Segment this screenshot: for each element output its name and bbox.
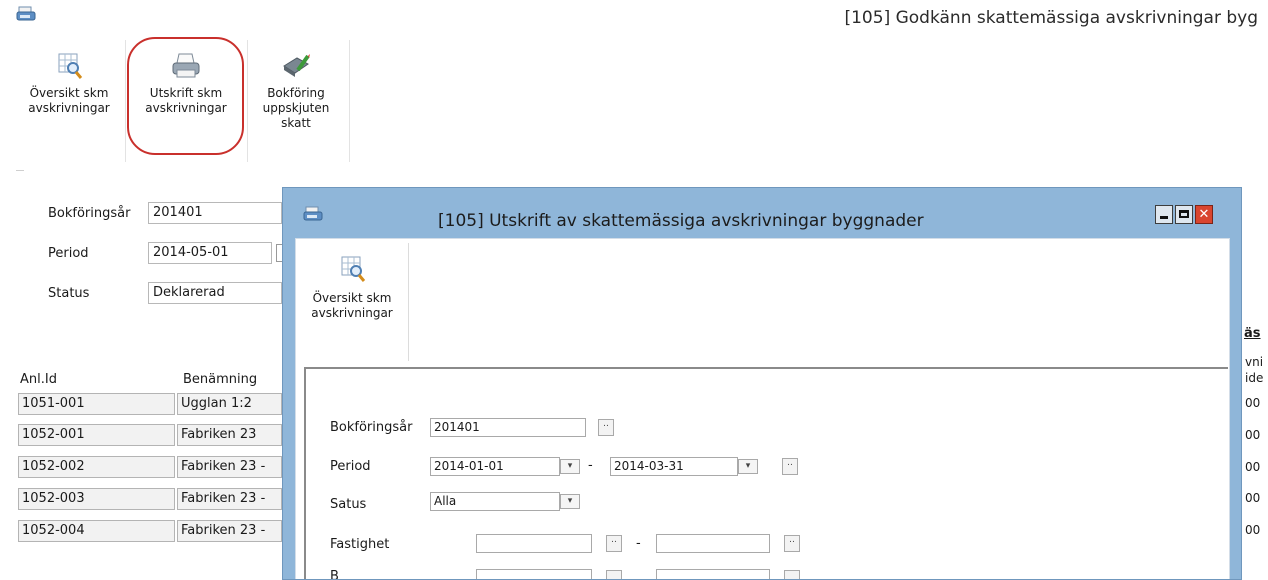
dialog-period-label: Period [330, 459, 371, 474]
table-cell-name[interactable]: Fabriken 23 - [177, 488, 282, 510]
table-cell-name[interactable]: Fabriken 23 - [177, 520, 282, 542]
overview-label-line2: avskrivningar [28, 101, 110, 115]
minimize-button[interactable] [1155, 205, 1173, 224]
booking-label-line1: Bokföring [267, 86, 325, 100]
next-row-from-field[interactable] [476, 569, 592, 579]
toolbar-divider [349, 40, 350, 162]
print-dialog: [105] Utskrift av skattemässiga avskrivn… [282, 187, 1242, 580]
table-cell-value-fragment: 00 [1245, 396, 1261, 410]
next-row-to-lookup-button[interactable] [784, 570, 800, 579]
table-cell-value-fragment: 00 [1245, 491, 1261, 505]
period-lookup-button[interactable]: .. [782, 458, 798, 475]
next-row-from-lookup-button[interactable] [606, 570, 622, 579]
table-cell-id[interactable]: 1051-001 [18, 393, 175, 415]
table-cell-value-fragment: 00 [1245, 428, 1261, 442]
magnifier-grid-icon [54, 52, 84, 80]
dialog-title: [105] Utskrift av skattemässiga avskrivn… [438, 211, 924, 231]
toolbar-divider [125, 40, 126, 162]
status-label: Status [48, 286, 90, 301]
table-cell-name[interactable]: Fabriken 23 - [177, 456, 282, 478]
period-field[interactable]: 2014-05-01 [148, 242, 272, 264]
property-from-lookup-button[interactable]: .. [606, 535, 622, 552]
table-cell-id[interactable]: 1052-002 [18, 456, 175, 478]
divider [16, 170, 24, 171]
column-subheader-fragment: vni [1245, 355, 1264, 369]
dialog-body: Översikt skm avskrivningar Bokföringsår … [295, 238, 1230, 580]
table-cell-name[interactable]: Ugglan 1:2 [177, 393, 282, 415]
next-row-label-partial: B [330, 569, 339, 580]
dialog-overview-label-line1: Översikt skm [312, 291, 392, 305]
booking-label-line2: uppskjuten [262, 101, 330, 115]
column-header-fragment: äs [1244, 326, 1261, 341]
period-from-dropdown[interactable]: ▾ [560, 459, 580, 474]
chevron-down-icon: ▾ [567, 496, 573, 506]
status-field[interactable]: Deklarerad [148, 282, 282, 304]
toolbar-divider [408, 243, 409, 361]
property-to-lookup-button[interactable]: .. [784, 535, 800, 552]
column-subheader-fragment: ide [1245, 371, 1264, 385]
overview-label-line1: Översikt skm [29, 86, 109, 100]
property-to-field[interactable] [656, 534, 770, 553]
maximize-icon [1179, 210, 1189, 218]
dialog-overview-button[interactable]: Översikt skm avskrivningar [298, 245, 406, 361]
column-header-anl-id: Anl.Id [20, 372, 57, 387]
column-header-benamning: Benämning [183, 372, 258, 387]
period-to-dropdown[interactable]: ▾ [738, 459, 758, 474]
close-button[interactable]: ✕ [1195, 205, 1213, 224]
overview-depreciation-button[interactable]: Översikt skm avskrivningar [14, 40, 124, 162]
status-dropdown[interactable]: ▾ [560, 494, 580, 509]
dialog-status-field[interactable]: Alla [430, 492, 560, 511]
minimize-icon [1160, 216, 1168, 219]
property-from-field[interactable] [476, 534, 592, 553]
period-range-dash: - [588, 458, 593, 473]
period-to-field[interactable]: 2014-03-31 [610, 457, 738, 476]
table-cell-value-fragment: 00 [1245, 523, 1261, 537]
year-lookup-button[interactable]: .. [598, 419, 614, 436]
property-range-dash: - [636, 536, 641, 551]
dialog-status-label: Satus [330, 497, 367, 512]
period-from-field[interactable]: 2014-01-01 [430, 457, 560, 476]
criteria-panel: Bokföringsår 201401 .. Period 2014-01-01… [304, 367, 1228, 580]
maximize-button[interactable] [1175, 205, 1193, 224]
chevron-down-icon: ▾ [567, 461, 573, 471]
magnifier-grid-icon [337, 255, 367, 283]
chevron-down-icon: ▾ [745, 461, 751, 471]
highlight-annotation [127, 37, 244, 155]
table-cell-id[interactable]: 1052-003 [18, 488, 175, 510]
dialog-year-label: Bokföringsår [330, 420, 413, 435]
year-label: Bokföringsår [48, 206, 131, 221]
table-cell-name[interactable]: Fabriken 23 [177, 424, 282, 446]
dialog-year-field[interactable]: 201401 [430, 418, 586, 437]
table-cell-value-fragment: 00 [1245, 460, 1261, 474]
app-printer-icon [16, 6, 36, 22]
toolbar-divider [247, 40, 248, 162]
book-pencil-icon [281, 52, 311, 80]
close-icon: ✕ [1198, 207, 1210, 222]
year-field[interactable]: 201401 [148, 202, 282, 224]
property-label: Fastighet [330, 537, 390, 552]
period-label: Period [48, 246, 89, 261]
booking-deferred-tax-button[interactable]: Bokföring uppskjuten skatt [250, 40, 342, 162]
table-cell-id[interactable]: 1052-001 [18, 424, 175, 446]
booking-label-line3: skatt [281, 116, 311, 130]
table-cell-id[interactable]: 1052-004 [18, 520, 175, 542]
next-row-to-field[interactable] [656, 569, 770, 579]
window-title: [105] Godkänn skattemässiga avskrivninga… [844, 8, 1258, 28]
dialog-printer-icon [303, 206, 323, 222]
dialog-overview-label-line2: avskrivningar [311, 306, 393, 320]
